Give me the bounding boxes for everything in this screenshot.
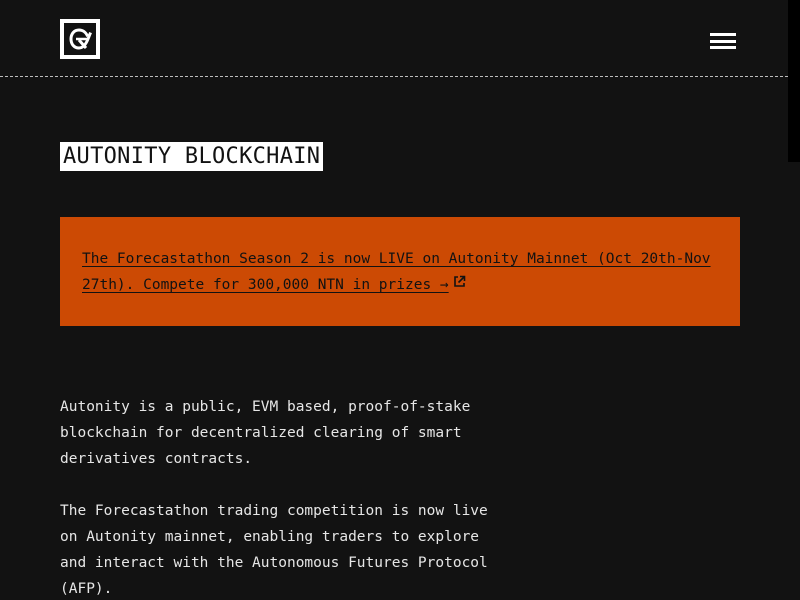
forecastathon-link-text: The Forecastathon Season 2 is now LIVE o…: [82, 251, 711, 293]
autonity-logo-icon: [64, 23, 96, 55]
page-title: AUTONITY BLOCKCHAIN: [60, 142, 324, 171]
menu-button[interactable]: [706, 29, 740, 53]
announcement-banner: The Forecastathon Season 2 is now LIVE o…: [60, 217, 740, 326]
intro-paragraph: Autonity is a public, EVM based, proof-o…: [60, 399, 471, 467]
forecastathon-paragraph: The Forecastathon trading competition is…: [60, 503, 488, 597]
hamburger-menu-icon: [710, 33, 736, 36]
forecastathon-link[interactable]: The Forecastathon Season 2 is now LIVE o…: [82, 251, 711, 293]
intro-content: Autonity is a public, EVM based, proof-o…: [60, 394, 490, 600]
external-link-icon[interactable]: [453, 273, 466, 292]
scrollbar[interactable]: [788, 0, 800, 162]
site-header: [0, 0, 788, 77]
autonity-logo[interactable]: [60, 19, 100, 59]
